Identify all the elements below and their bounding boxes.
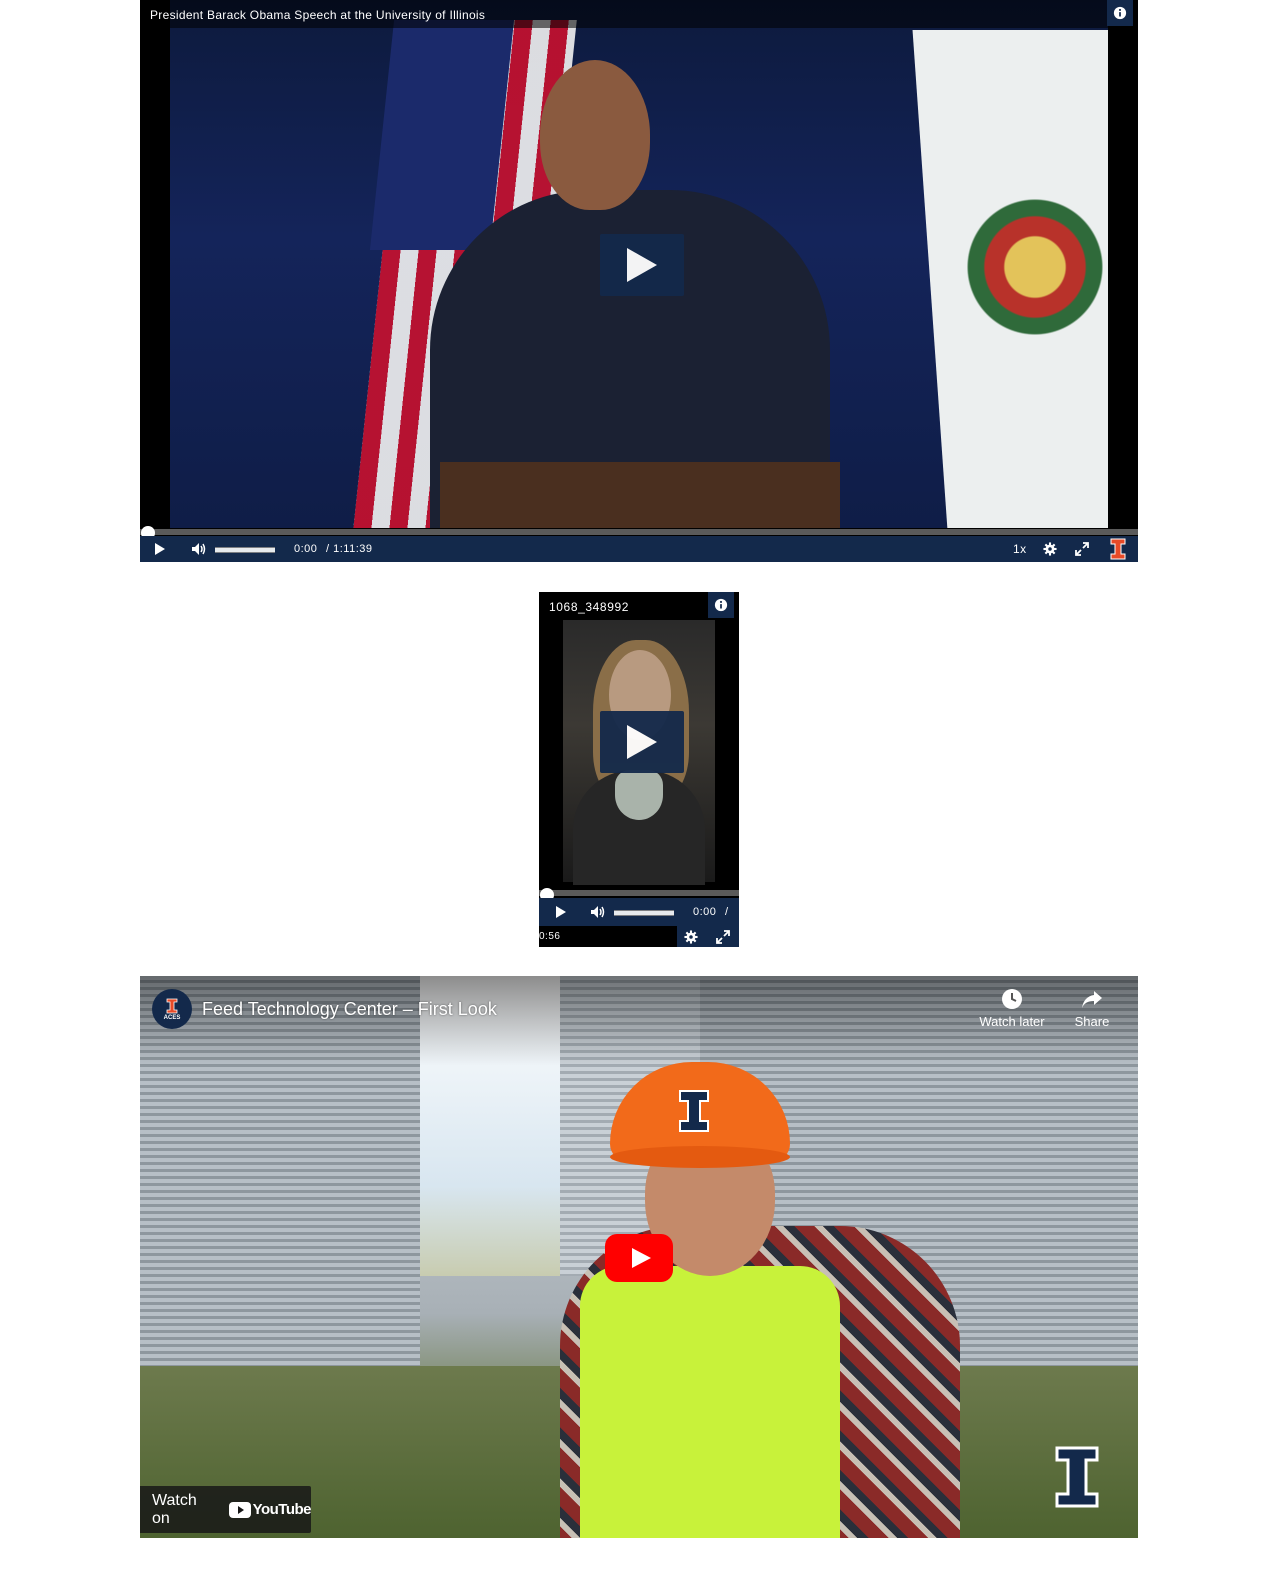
control-bar: 0:00 / [539,898,739,926]
video-title: 1068_348992 [549,600,630,614]
channel-avatar-label: ACES [163,1014,181,1021]
illinois-block-i-icon [679,1090,709,1132]
illinois-watermark [1055,1446,1099,1508]
fullscreen-button[interactable] [715,929,731,945]
current-time: 0:00 [693,906,717,918]
big-play-button[interactable] [600,711,684,773]
youtube-logo-icon [228,1501,251,1518]
watch-on-label: Watch on [152,1491,197,1527]
watch-on-youtube-button[interactable]: Watch on YouTube [140,1486,312,1533]
big-play-button[interactable] [600,234,684,296]
total-duration: / 1:11:39 [326,543,373,555]
youtube-wordmark: YouTube [252,1501,312,1518]
progress-scrubber[interactable] [539,890,739,896]
total-duration: 0:56 [539,931,561,942]
fullscreen-icon [716,930,730,944]
mute-button[interactable] [190,541,208,557]
share-arrow-icon [1082,991,1102,1008]
fullscreen-icon [1075,542,1089,556]
hard-hat-block-i-logo [674,1086,714,1136]
gear-icon [684,930,698,944]
share-label: Share [1074,1014,1110,1029]
illinois-logo-button[interactable] [1108,538,1128,560]
watch-later-label: Watch later [979,1014,1045,1029]
youtube-play-icon [605,1234,673,1282]
info-button[interactable] [708,592,734,618]
play-button[interactable] [152,541,168,557]
subject-collar [615,770,663,820]
youtube-logo: YouTube [228,1501,312,1518]
podium-graphic [440,462,840,528]
play-icon [155,543,165,555]
us-flag-canton-graphic [369,20,515,250]
illinois-block-i-icon [1110,538,1126,560]
playback-speed-button[interactable]: 1x [1013,542,1027,556]
watch-later-button[interactable]: Watch later [972,988,1052,1029]
channel-avatar[interactable]: ACES [152,989,192,1029]
info-button[interactable] [1107,0,1133,26]
current-time: 0:00 [294,543,318,555]
video-title: President Barack Obama Speech at the Uni… [150,8,486,22]
volume-icon [192,543,206,555]
play-button[interactable] [553,904,569,920]
volume-slider[interactable] [614,910,674,916]
share-button[interactable]: Share [1052,988,1132,1029]
title-bar: President Barack Obama Speech at the Uni… [140,0,1138,28]
video-title-link[interactable]: Feed Technology Center – First Look [202,999,497,1020]
control-bar-row-2: 0:56 [539,926,739,947]
info-icon [714,598,728,612]
settings-button[interactable] [683,929,699,945]
video-player-obama-speech[interactable]: President Barack Obama Speech at the Uni… [140,0,1138,562]
illinois-block-i-icon [166,998,178,1013]
presenter-safety-vest [580,1266,840,1538]
youtube-play-button[interactable] [605,1234,673,1282]
illinois-block-i-icon [1055,1446,1099,1508]
progress-scrubber[interactable] [140,529,1138,535]
volume-slider[interactable] [215,547,275,553]
volume-icon [591,906,605,918]
time-separator: / [725,906,729,918]
youtube-embed-player[interactable]: ACES Feed Technology Center – First Look… [140,976,1138,1538]
video-player-vertical[interactable]: 1068_348992 0:00 / 0:56 [539,592,739,947]
gear-icon [1043,542,1057,556]
play-icon [627,248,657,282]
settings-button[interactable] [1042,541,1058,557]
illinois-seal-graphic [950,150,1108,410]
mute-button[interactable] [589,904,607,920]
play-icon [556,906,566,918]
hard-hat-brim [610,1146,790,1168]
speaker-head [540,60,650,210]
info-icon [1113,6,1127,20]
clock-icon [1002,989,1022,1009]
fullscreen-button[interactable] [1074,541,1090,557]
play-icon [627,725,657,759]
control-bar: 0:00 / 1:11:39 1x [140,536,1138,562]
